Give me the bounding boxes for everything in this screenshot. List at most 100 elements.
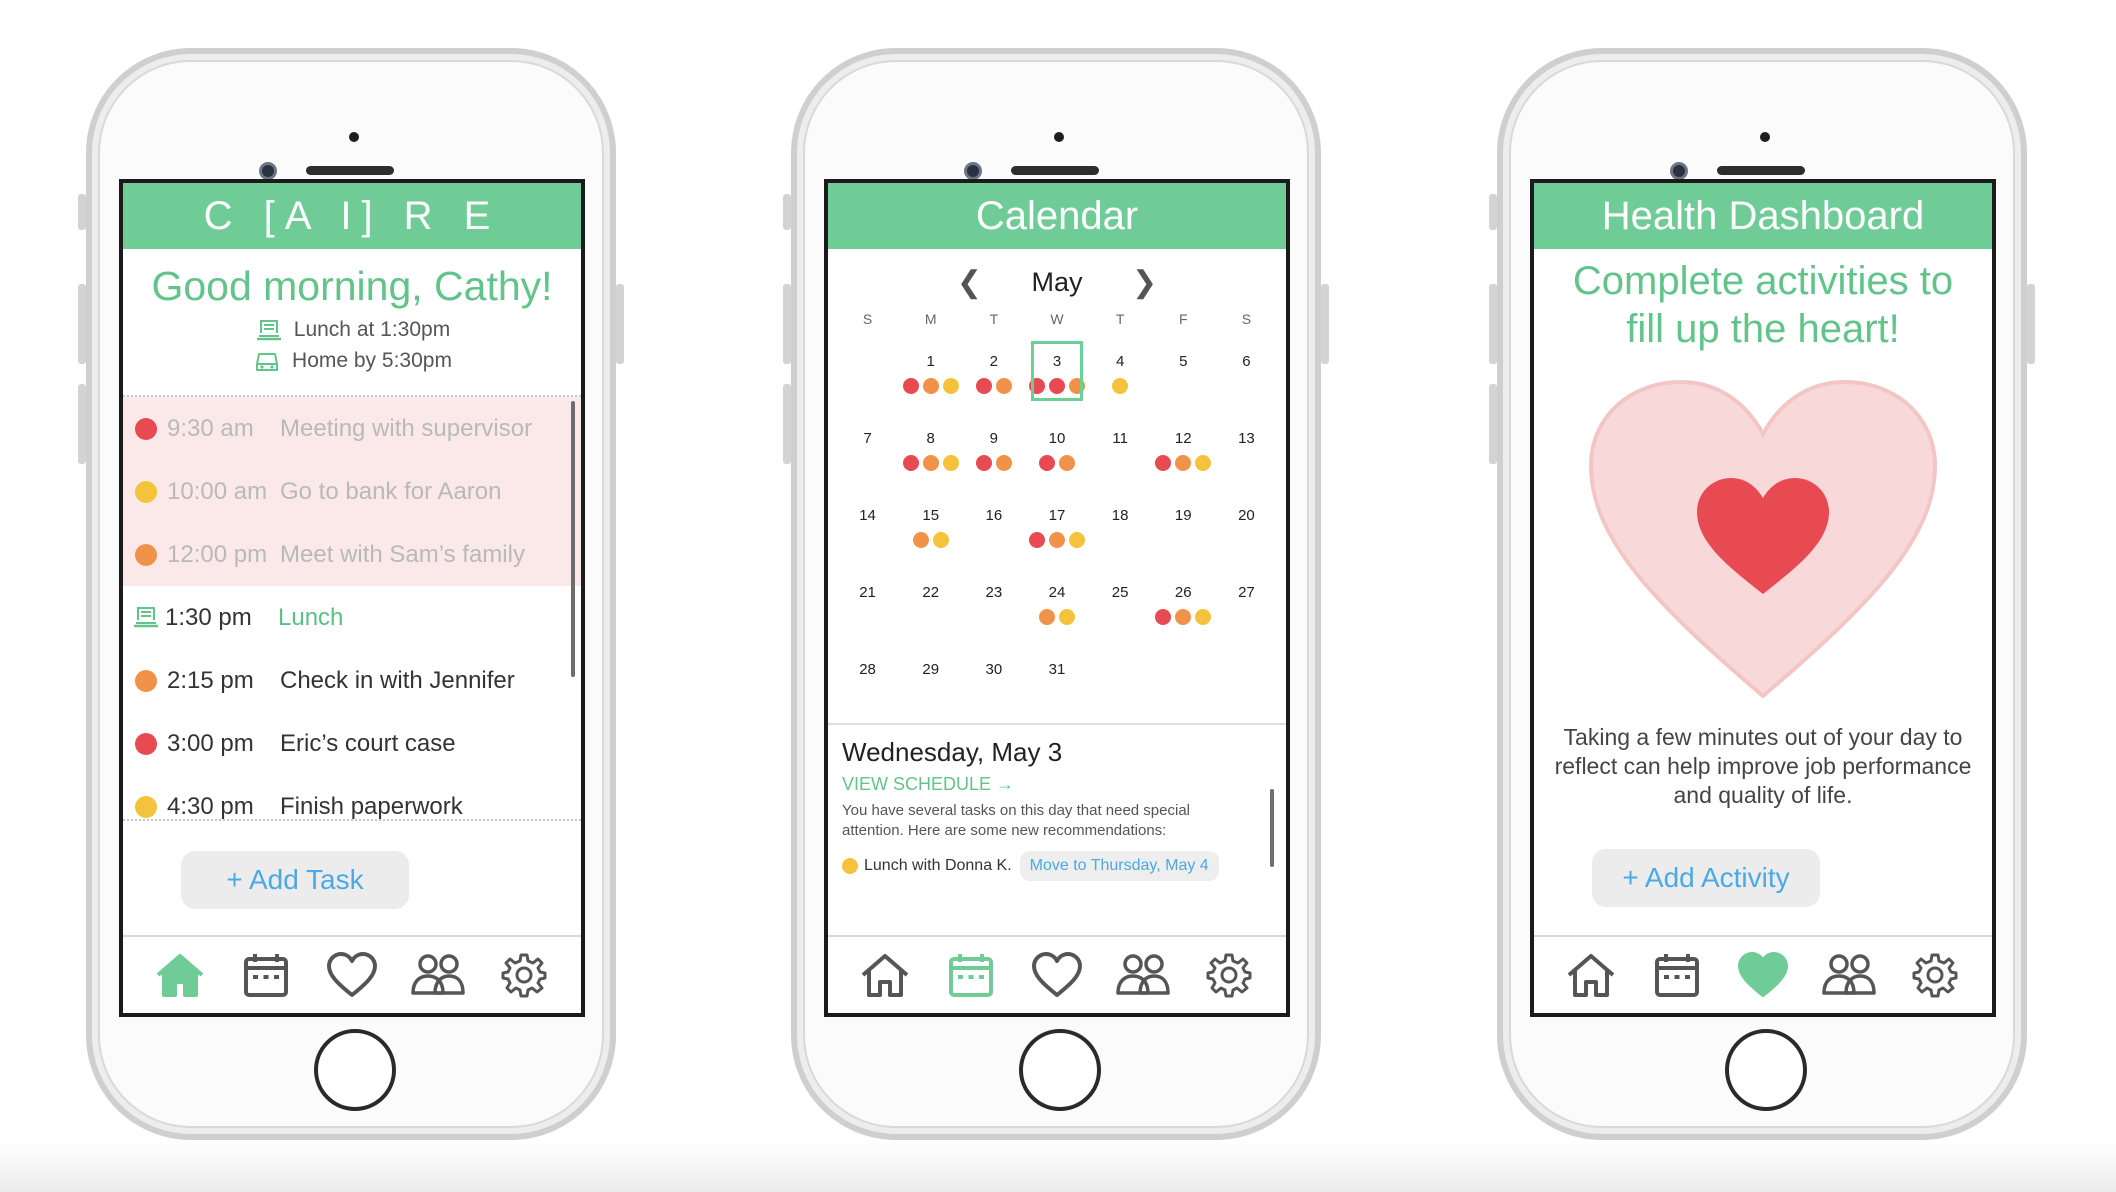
weekday-header: SMTWTFS: [836, 303, 1278, 333]
tab-home[interactable]: [1561, 949, 1621, 1001]
scrollbar[interactable]: [1270, 789, 1274, 867]
day-cell[interactable]: 31: [1025, 641, 1088, 718]
event-dot: [1112, 378, 1129, 394]
event-dots: [962, 378, 1025, 394]
event-dot: [902, 378, 919, 394]
add-activity-button[interactable]: + Add Activity: [1592, 849, 1820, 907]
day-cell[interactable]: 15: [899, 487, 962, 564]
priority-dot: [135, 669, 157, 692]
phone-home: C [A I] R E Good morning, Cathy! Lunch a…: [78, 48, 624, 1140]
day-cell[interactable]: 11: [1089, 410, 1152, 487]
day-cell[interactable]: 25: [1089, 564, 1152, 641]
day-cell[interactable]: 26: [1152, 564, 1215, 641]
week-row: 14 15 16 17 18 19 20: [836, 487, 1278, 564]
chevron-right-icon[interactable]: ❯: [1132, 265, 1157, 300]
scrollbar[interactable]: [571, 401, 575, 677]
meal-icon: [256, 319, 281, 340]
tab-calendar[interactable]: [941, 949, 1001, 1001]
day-cell[interactable]: 21: [836, 564, 899, 641]
day-number: 11: [1112, 430, 1128, 447]
tab-gear[interactable]: [1905, 949, 1965, 1001]
week-row: 7 8 9 10 11 12 13: [836, 410, 1278, 487]
task-row[interactable]: 10:00 am Go to bank for Aaron: [123, 460, 581, 523]
task-row[interactable]: 3:00 pm Eric’s court case: [123, 712, 581, 775]
day-cell[interactable]: 16: [962, 487, 1025, 564]
tab-heart[interactable]: [1027, 949, 1087, 1001]
day-number: 19: [1174, 507, 1192, 524]
event-dots: [962, 686, 1025, 702]
month-nav: ❮ May ❯: [828, 261, 1286, 303]
day-cell[interactable]: 5: [1152, 333, 1215, 410]
day-cell[interactable]: 12: [1152, 410, 1215, 487]
day-cell[interactable]: 6: [1215, 333, 1278, 410]
day-cell[interactable]: 7: [836, 410, 899, 487]
home-button[interactable]: [1019, 1029, 1101, 1111]
tab-people[interactable]: [1113, 949, 1173, 1001]
tab-calendar[interactable]: [236, 949, 296, 1001]
task-row[interactable]: 1:30 pm Lunch: [123, 586, 581, 649]
week-row: 21 22 23 24 25 26 27: [836, 564, 1278, 641]
view-schedule-link[interactable]: VIEW SCHEDULE →: [842, 774, 1272, 795]
day-cell[interactable]: 27: [1215, 564, 1278, 641]
day-cell[interactable]: 22: [899, 564, 962, 641]
event-dot: [975, 378, 992, 394]
calendar-screen: Calendar ❮ May ❯ SMTWTFS 1 2 3 4 5 6 7 8 9 10 11 12…: [824, 179, 1290, 1017]
task-row[interactable]: 9:30 am Meeting with supervisor: [123, 397, 581, 460]
day-cell[interactable]: 19: [1152, 487, 1215, 564]
tab-gear[interactable]: [494, 949, 554, 1001]
event-dot: [1068, 378, 1085, 394]
day-cell[interactable]: 10: [1025, 410, 1088, 487]
tab-people[interactable]: [408, 949, 468, 1001]
task-row[interactable]: 4:30 pm Finish paperwork: [123, 775, 581, 838]
tab-calendar[interactable]: [1647, 949, 1707, 1001]
day-cell[interactable]: 18: [1089, 487, 1152, 564]
add-task-button[interactable]: + Add Task: [181, 851, 409, 909]
heart-icon: [327, 952, 377, 997]
event-dot: [1195, 455, 1212, 471]
tab-heart[interactable]: [322, 949, 382, 1001]
tab-home[interactable]: [150, 949, 210, 1001]
day-cell[interactable]: 4: [1089, 333, 1152, 410]
task-row[interactable]: 2:15 pm Check in with Jennifer: [123, 649, 581, 712]
health-headline: Complete activities to fill up the heart…: [1572, 259, 1954, 351]
day-number: 29: [922, 661, 940, 678]
day-number: 24: [1048, 584, 1066, 601]
day-cell[interactable]: 1: [899, 333, 962, 410]
event-dots: [1152, 609, 1215, 625]
day-cell[interactable]: 29: [899, 641, 962, 718]
day-cell[interactable]: 24: [1025, 564, 1088, 641]
day-cell[interactable]: 8: [899, 410, 962, 487]
tab-people[interactable]: [1819, 949, 1879, 1001]
day-cell[interactable]: 23: [962, 564, 1025, 641]
day-cell[interactable]: 30: [962, 641, 1025, 718]
event-dots: [1089, 378, 1152, 394]
heart-icon: [1032, 952, 1082, 997]
day-cell[interactable]: 14: [836, 487, 899, 564]
day-cell[interactable]: 2: [962, 333, 1025, 410]
tab-gear[interactable]: [1199, 949, 1259, 1001]
event-dots: [836, 361, 899, 377]
tab-heart[interactable]: [1733, 949, 1793, 1001]
home-icon: [156, 954, 204, 997]
event-dots: [1152, 378, 1215, 394]
event-dot: [995, 378, 1012, 394]
day-cell[interactable]: 20: [1215, 487, 1278, 564]
chevron-left-icon[interactable]: ❮: [957, 265, 982, 300]
heart-icon: [1738, 952, 1788, 997]
task-time: 10:00 am: [167, 477, 268, 505]
tab-home[interactable]: [855, 949, 915, 1001]
home-button[interactable]: [1725, 1029, 1807, 1111]
day-cell[interactable]: 13: [1215, 410, 1278, 487]
event-dot: [932, 532, 949, 548]
day-cell[interactable]: 17: [1025, 487, 1088, 564]
task-row[interactable]: 12:00 pm Meet with Sam’s family: [123, 523, 581, 586]
home-button[interactable]: [314, 1029, 396, 1111]
event-dots: [836, 532, 899, 548]
move-button[interactable]: Move to Thursday, May 4: [1019, 851, 1219, 881]
day-cell[interactable]: 9: [962, 410, 1025, 487]
day-cell[interactable]: 28: [836, 641, 899, 718]
day-cell[interactable]: 3: [1025, 333, 1088, 410]
event-dot: [1038, 455, 1055, 471]
event-dots: [1025, 686, 1088, 702]
event-dot: [1048, 532, 1065, 548]
